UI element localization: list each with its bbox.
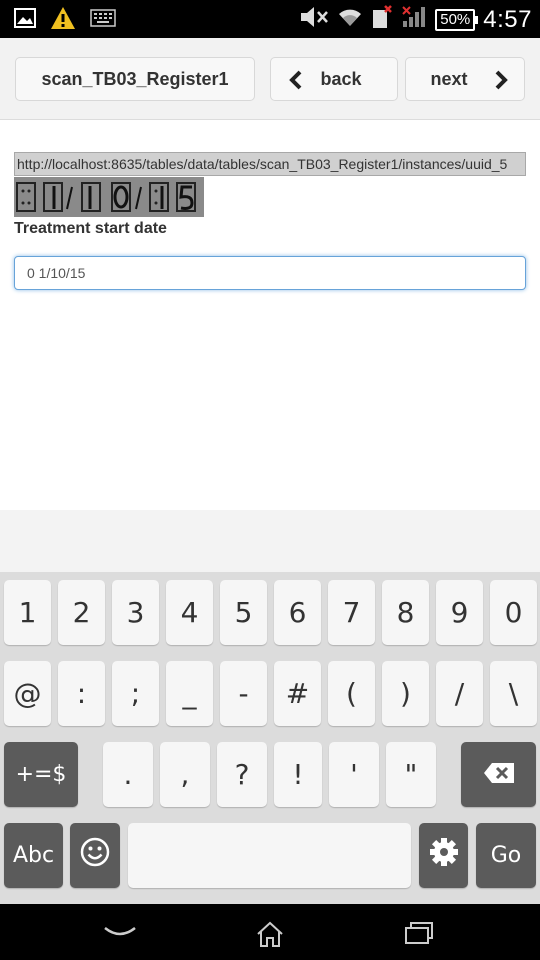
system-nav-bar — [0, 904, 540, 960]
mute-icon — [299, 5, 329, 34]
key-open-paren[interactable]: ( — [328, 661, 375, 726]
key-question[interactable]: ? — [217, 742, 267, 807]
key-underscore[interactable]: _ — [166, 661, 213, 726]
key-semicolon[interactable]: ; — [112, 661, 159, 726]
key-exclamation[interactable]: ! — [274, 742, 322, 807]
home-button[interactable] — [255, 920, 285, 953]
go-key[interactable]: Go — [476, 823, 536, 888]
soft-keyboard: 1 2 3 4 5 6 7 8 9 0 @ : ; _ - # ( ) / \ … — [0, 572, 540, 904]
key-apostrophe[interactable]: ' — [329, 742, 379, 807]
key-quote[interactable]: " — [386, 742, 436, 807]
form-name-button[interactable]: scan_TB03_Register1 — [15, 57, 255, 101]
status-bar: 50% 4:57 — [0, 0, 540, 38]
field-label: Treatment start date — [14, 220, 167, 237]
form-header: scan_TB03_Register1 back next — [0, 38, 540, 120]
emoji-key[interactable] — [70, 823, 120, 888]
gear-icon — [428, 836, 460, 875]
key-9[interactable]: 9 — [436, 580, 483, 645]
instance-url: http://localhost:8635/tables/data/tables… — [14, 152, 526, 176]
wifi-icon — [337, 6, 363, 33]
hide-keyboard-button[interactable] — [102, 920, 138, 949]
key-7[interactable]: 7 — [328, 580, 375, 645]
key-slash[interactable]: / — [436, 661, 483, 726]
key-backslash[interactable]: \ — [490, 661, 537, 726]
keyboard-suggestion-strip — [0, 510, 540, 572]
key-4[interactable]: 4 — [166, 580, 213, 645]
recent-apps-button[interactable] — [403, 920, 435, 951]
smiley-icon — [79, 836, 111, 875]
warning-icon — [50, 6, 76, 35]
treatment-start-date-input[interactable]: 0 1/10/15 — [14, 256, 526, 290]
key-6[interactable]: 6 — [274, 580, 321, 645]
next-label: next — [430, 68, 468, 89]
key-hyphen[interactable]: - — [220, 661, 267, 726]
key-1[interactable]: 1 — [4, 580, 51, 645]
key-0[interactable]: 0 — [490, 580, 537, 645]
back-label: back — [320, 68, 362, 89]
backspace-key[interactable] — [461, 742, 536, 807]
key-8[interactable]: 8 — [382, 580, 429, 645]
scanned-date-image — [14, 177, 204, 217]
key-hash[interactable]: # — [274, 661, 321, 726]
key-at[interactable]: @ — [4, 661, 51, 726]
signal-icon — [401, 5, 427, 34]
space-key[interactable] — [128, 823, 411, 888]
symbols-mode-key[interactable]: +=$ — [4, 742, 78, 807]
battery-indicator: 50% — [435, 8, 479, 31]
form-content: http://localhost:8635/tables/data/tables… — [0, 121, 540, 510]
keyboard-icon — [90, 9, 116, 32]
key-period[interactable]: . — [103, 742, 153, 807]
clock: 4:57 — [483, 5, 532, 33]
image-icon — [14, 8, 36, 33]
settings-key[interactable] — [419, 823, 468, 888]
key-colon[interactable]: : — [58, 661, 105, 726]
abc-mode-key[interactable]: Abc — [4, 823, 63, 888]
key-comma[interactable]: , — [160, 742, 210, 807]
key-3[interactable]: 3 — [112, 580, 159, 645]
back-button[interactable]: back — [270, 57, 398, 101]
chevron-right-icon — [494, 70, 508, 95]
key-2[interactable]: 2 — [58, 580, 105, 645]
chevron-left-icon — [289, 70, 303, 95]
next-button[interactable]: next — [405, 57, 525, 101]
key-close-paren[interactable]: ) — [382, 661, 429, 726]
sim-icon — [371, 4, 393, 35]
key-5[interactable]: 5 — [220, 580, 267, 645]
backspace-icon — [483, 758, 515, 791]
